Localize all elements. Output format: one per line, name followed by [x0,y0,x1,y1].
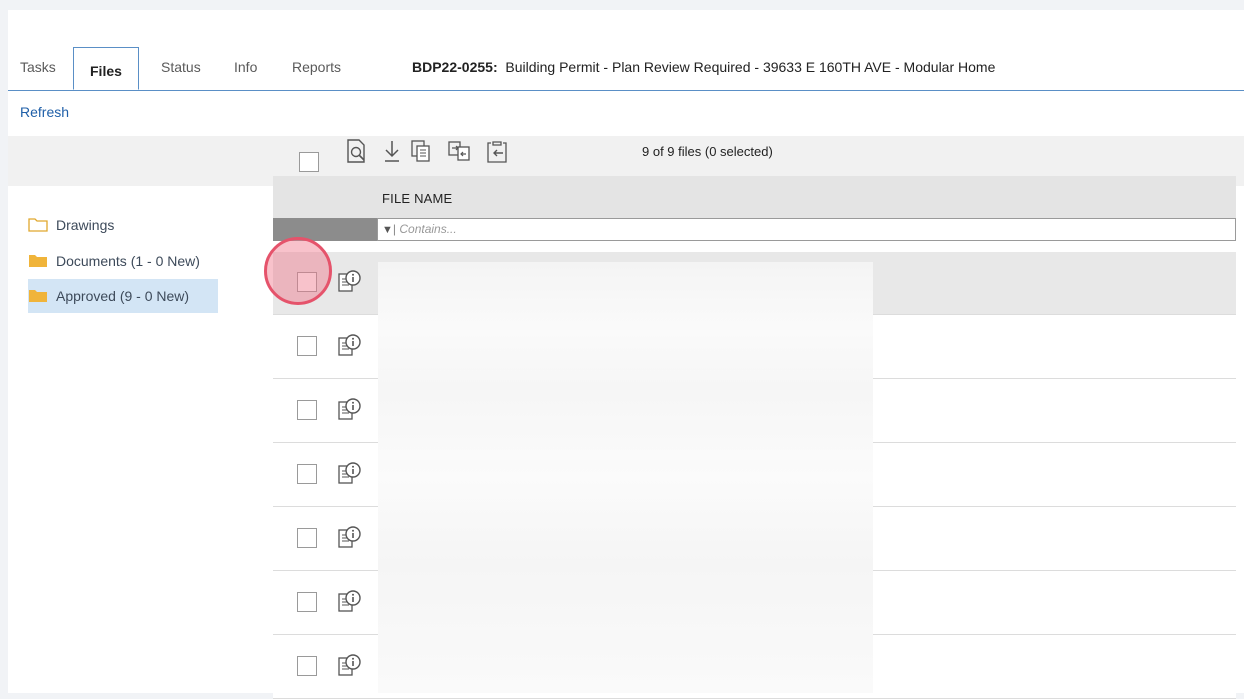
row-checkbox[interactable] [297,336,317,356]
permit-title: BDP22-0255: Building Permit - Plan Revie… [412,54,995,80]
move-icon[interactable] [447,138,471,164]
header-filler [273,218,377,241]
folder-label: Drawings [56,217,115,233]
permit-id: BDP22-0255: [412,59,498,75]
copy-icon[interactable] [409,138,433,164]
folder-filled-icon [29,255,47,267]
folder-drawings[interactable]: Drawings [20,208,220,242]
folder-approved[interactable]: Approved (9 - 0 New) [28,279,218,313]
preview-icon[interactable] [345,138,369,164]
row-checkbox[interactable] [297,400,317,420]
filter-icon: ▼ [382,224,393,236]
file-name-filter[interactable]: ▼| Contains... [377,218,1236,241]
folder-documents[interactable]: Documents (1 - 0 New) [20,244,220,278]
tab-tasks[interactable]: Tasks [20,54,56,80]
folder-outline-icon [28,218,48,232]
file-info-icon[interactable] [337,460,363,488]
folder-label: Documents (1 - 0 New) [56,253,200,269]
redacted-file-names [378,262,873,693]
tab-status[interactable]: Status [161,54,201,80]
row-checkbox[interactable] [297,528,317,548]
grid-header: FILE NAME ▼| Contains... [273,176,1236,241]
row-checkbox[interactable] [297,272,317,292]
column-header-file-name[interactable]: FILE NAME [382,191,452,206]
file-info-icon[interactable] [337,588,363,616]
filter-placeholder: Contains... [399,222,457,236]
tab-reports[interactable]: Reports [292,54,341,80]
paste-icon[interactable] [485,138,509,164]
file-count: 9 of 9 files (0 selected) [642,144,773,159]
folder-label: Approved (9 - 0 New) [56,288,190,304]
refresh-link[interactable]: Refresh [20,104,69,120]
file-info-icon[interactable] [337,332,363,360]
permit-description: Building Permit - Plan Review Required -… [505,59,996,75]
file-info-icon[interactable] [337,396,363,424]
file-info-icon[interactable] [337,652,363,680]
row-checkbox[interactable] [297,592,317,612]
folder-filled-icon [29,290,47,302]
file-info-icon[interactable] [337,524,363,552]
tab-bar: Tasks Files Status Info Reports BDP22-02… [8,46,1244,91]
tab-files[interactable]: Files [73,47,139,90]
tab-info[interactable]: Info [234,54,257,80]
file-info-icon[interactable] [337,268,363,296]
row-checkbox[interactable] [297,656,317,676]
row-checkbox[interactable] [297,464,317,484]
select-all-checkbox[interactable] [299,152,319,172]
download-icon[interactable] [380,138,404,164]
